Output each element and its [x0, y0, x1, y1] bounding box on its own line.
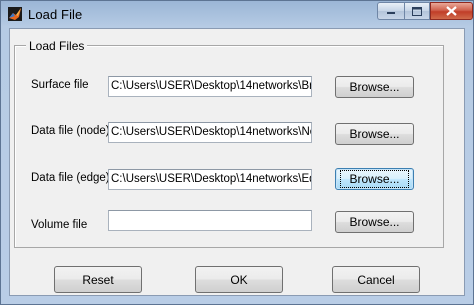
matlab-logo-icon [8, 7, 22, 21]
maximize-icon [412, 6, 422, 16]
maximize-button[interactable] [404, 2, 430, 20]
ok-button[interactable]: OK [195, 266, 283, 293]
close-button[interactable] [430, 2, 473, 20]
volume-file-field[interactable] [108, 210, 312, 231]
minimize-icon [387, 12, 395, 14]
edge-browse-button[interactable]: Browse... [335, 168, 414, 190]
volume-file-label: Volume file [31, 219, 88, 231]
close-icon [446, 6, 457, 16]
surface-file-label: Surface file [31, 79, 89, 91]
node-file-field[interactable]: C:\Users\USER\Desktop\14networks\Node12.… [108, 122, 312, 143]
title-bar[interactable]: Load File [1, 1, 473, 28]
reset-button[interactable]: Reset [54, 266, 142, 293]
edge-file-field[interactable]: C:\Users\USER\Desktop\14networks\Edge12.… [108, 169, 312, 190]
node-browse-button[interactable]: Browse... [335, 123, 414, 145]
window-title: Load File [28, 7, 83, 22]
group-title: Load Files [26, 39, 88, 53]
cancel-button[interactable]: Cancel [332, 266, 420, 293]
surface-file-field[interactable]: C:\Users\USER\Desktop\14networks\BrainMe… [108, 76, 312, 97]
edge-file-label: Data file (edge) [31, 172, 110, 184]
dialog-window: Load File Load Files Surface file C:\Use… [0, 0, 474, 305]
surface-browse-button[interactable]: Browse... [335, 76, 414, 98]
node-file-label: Data file (node) [31, 125, 110, 137]
edge-browse-label: Browse... [340, 170, 409, 188]
minimize-button[interactable] [377, 2, 404, 20]
volume-browse-button[interactable]: Browse... [335, 211, 414, 233]
